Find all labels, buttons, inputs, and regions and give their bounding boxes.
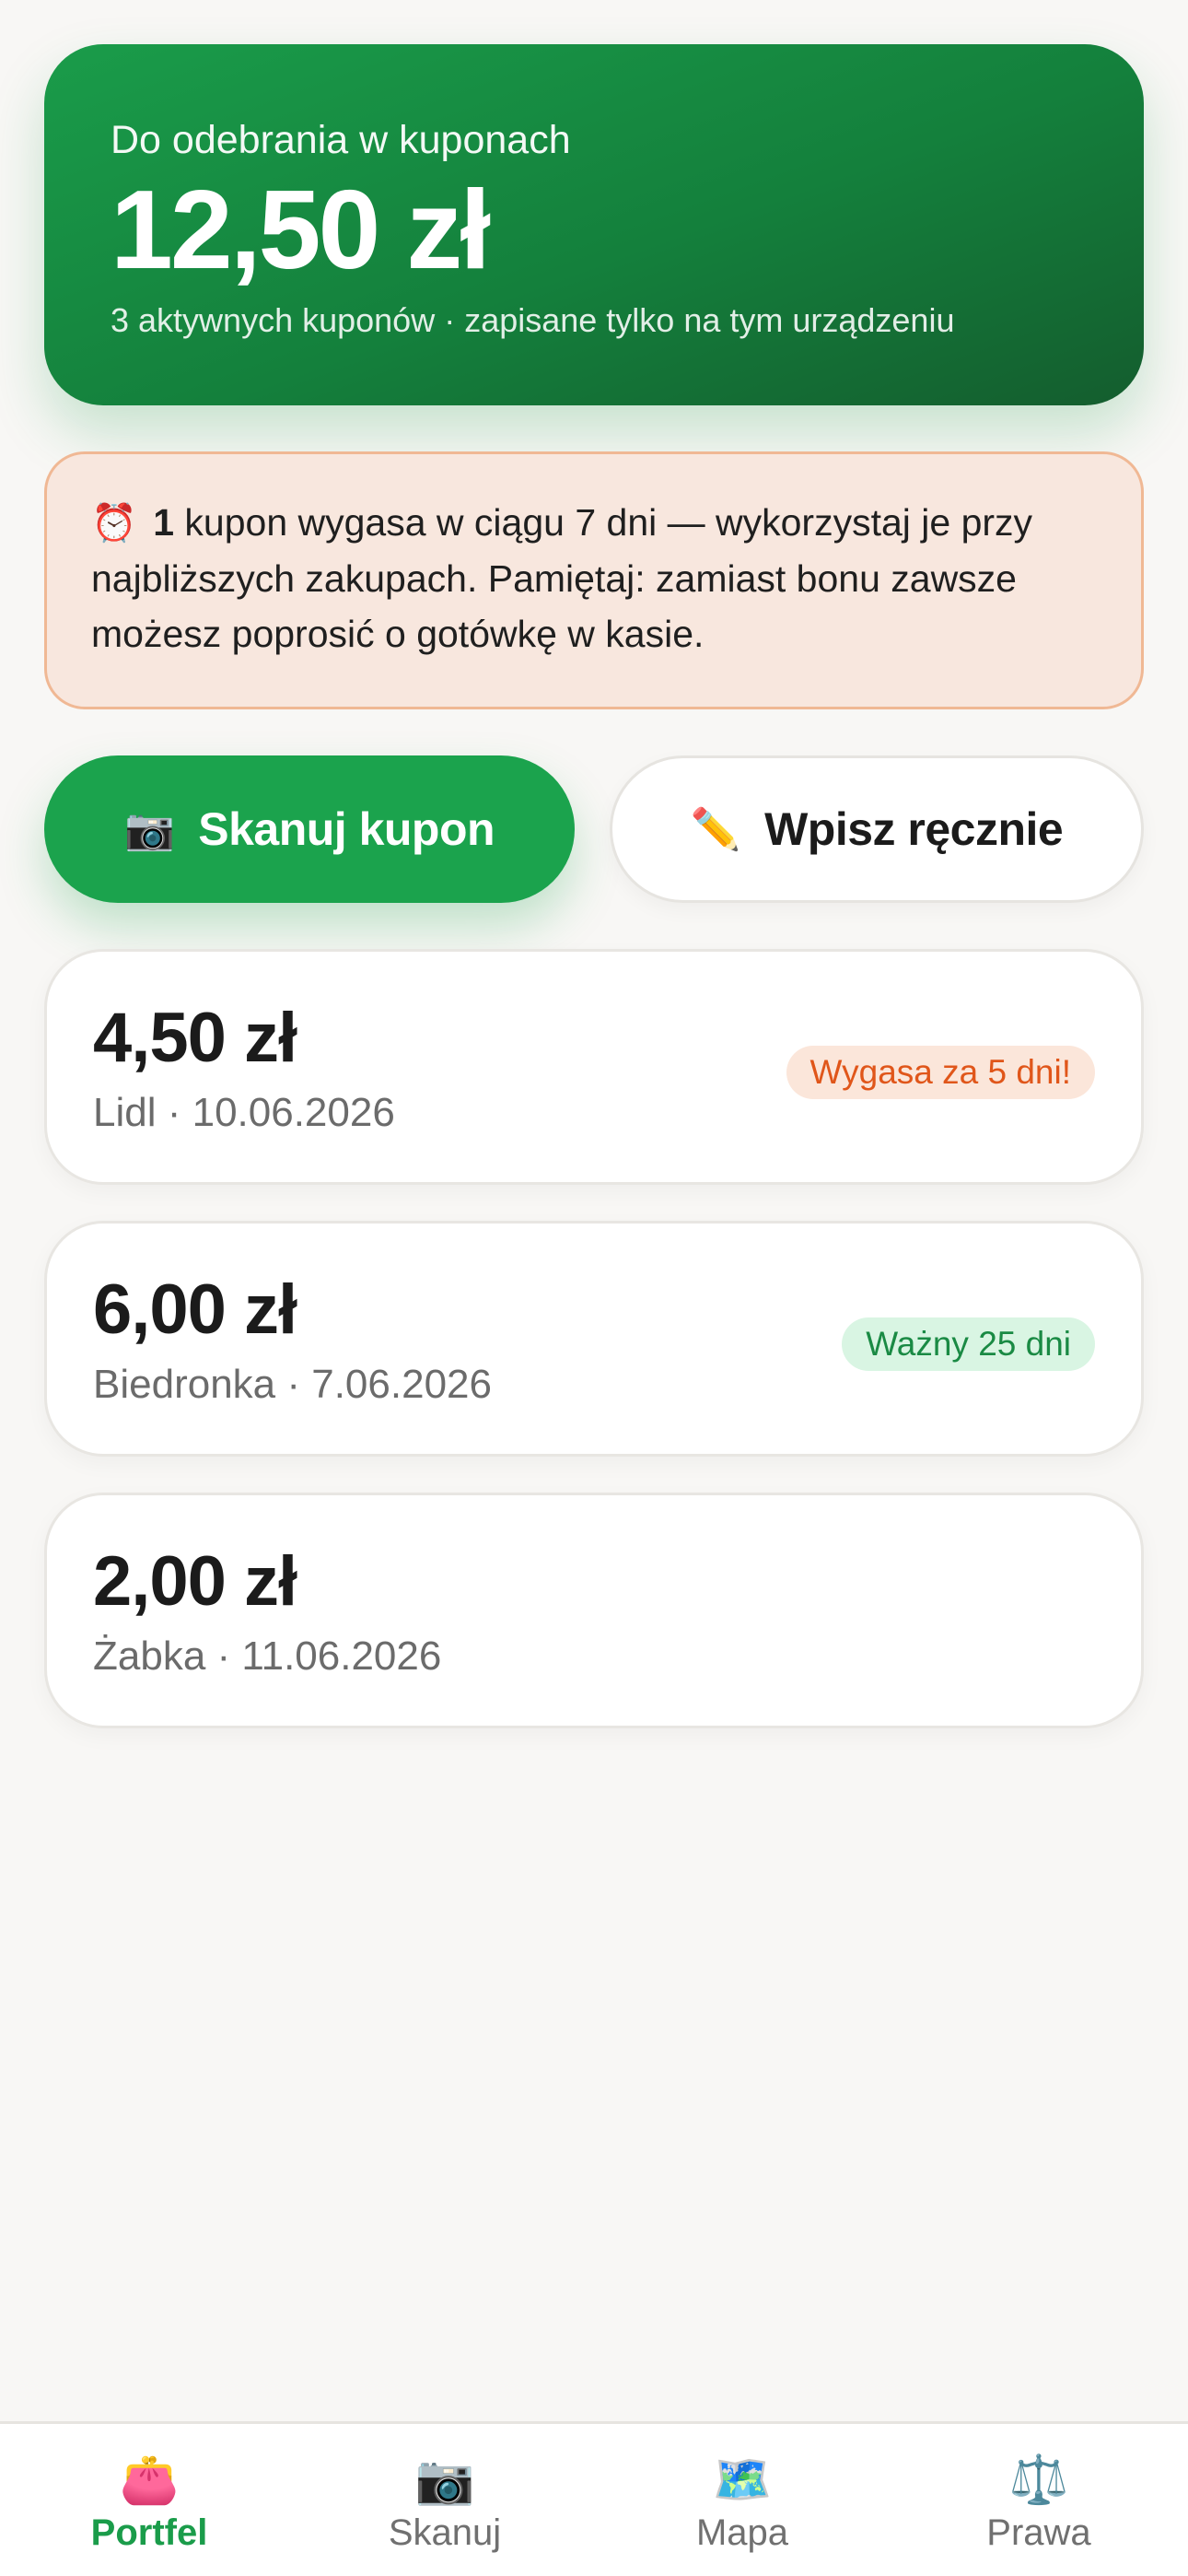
scan-coupon-label: Skanuj kupon <box>198 803 495 855</box>
coupon-summary-card: Do odebrania w kuponach 12,50 zł 3 aktyw… <box>44 44 1144 405</box>
tab-label: Prawa <box>986 2512 1091 2553</box>
tab-label: Portfel <box>90 2512 208 2553</box>
coupon-store-date: Żabka · 11.06.2026 <box>93 1633 442 1679</box>
coupon-card[interactable]: 2,00 zł Żabka · 11.06.2026 <box>44 1493 1144 1728</box>
bottom-tab-bar: 👛 Portfel 📷 Skanuj 🗺️ Mapa ⚖️ Prawa <box>0 2421 1188 2576</box>
coupon-card[interactable]: 6,00 zł Biedronka · 7.06.2026 Ważny 25 d… <box>44 1221 1144 1457</box>
pencil-icon: ✏️ <box>690 807 741 852</box>
tab-prawa[interactable]: ⚖️ Prawa <box>947 2453 1131 2554</box>
expiry-alert: ⏰ 1 kupon wygasa w ciągu 7 dni — wykorzy… <box>44 451 1144 709</box>
purse-icon: 👛 <box>119 2453 180 2507</box>
camera-icon: 📷 <box>414 2453 475 2507</box>
summary-amount: 12,50 zł <box>111 167 491 292</box>
map-icon: 🗺️ <box>712 2453 773 2507</box>
tab-portfel[interactable]: 👛 Portfel <box>57 2453 241 2554</box>
expiry-badge: Wygasa za 5 dni! <box>786 1046 1095 1099</box>
tab-label: Skanuj <box>388 2512 502 2553</box>
expiry-alert-text: kupon wygasa w ciągu 7 dni — wykorzystaj… <box>91 501 1033 655</box>
summary-label: Do odebrania w kuponach <box>111 118 571 162</box>
summary-subtitle: 3 aktywnych kuponów · zapisane tylko na … <box>111 301 955 340</box>
tab-mapa[interactable]: 🗺️ Mapa <box>650 2453 834 2554</box>
coupon-amount: 2,00 zł <box>93 1542 297 1621</box>
expiry-count: 1 <box>153 501 175 544</box>
tab-label: Mapa <box>695 2512 789 2553</box>
manual-entry-button[interactable]: ✏️ Wpisz ręcznie <box>610 755 1144 903</box>
camera-icon: 📷 <box>123 807 175 852</box>
wallet-screen: Do odebrania w kuponach 12,50 zł 3 aktyw… <box>0 0 1188 2576</box>
tab-skanuj[interactable]: 📷 Skanuj <box>353 2453 537 2554</box>
alarm-clock-icon: ⏰ <box>91 503 137 544</box>
validity-badge: Ważny 25 dni <box>842 1317 1095 1371</box>
coupon-card[interactable]: 4,50 zł Lidl · 10.06.2026 Wygasa za 5 dn… <box>44 949 1144 1185</box>
scales-icon: ⚖️ <box>1008 2453 1069 2507</box>
manual-entry-label: Wpisz ręcznie <box>764 803 1064 855</box>
scan-coupon-button[interactable]: 📷 Skanuj kupon <box>44 755 575 903</box>
